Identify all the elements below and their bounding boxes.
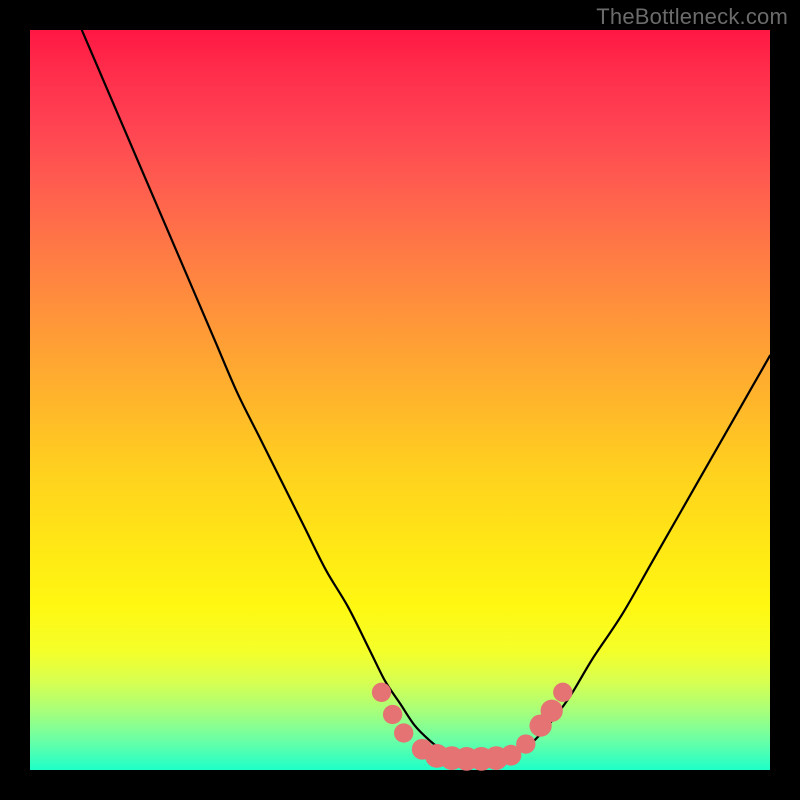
chart-frame: TheBottleneck.com [0, 0, 800, 800]
curve-marker [553, 683, 572, 702]
plot-area [30, 30, 770, 770]
curve-marker [541, 700, 563, 722]
curve-marker [394, 723, 413, 742]
chart-svg [30, 30, 770, 770]
watermark-text: TheBottleneck.com [596, 4, 788, 30]
bottleneck-curve [82, 30, 770, 759]
markers-group [372, 683, 573, 771]
curve-marker [516, 734, 535, 753]
curve-marker [372, 683, 391, 702]
curve-marker [383, 705, 402, 724]
